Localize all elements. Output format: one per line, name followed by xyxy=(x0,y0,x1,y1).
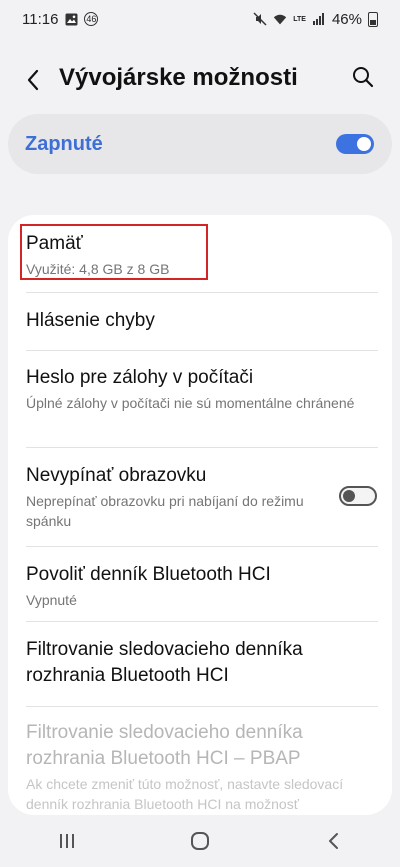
battery-percent: 46% xyxy=(331,10,362,28)
setting-memory-title: Pamäť xyxy=(26,233,83,254)
setting-bug-report[interactable]: Hlásenie chyby xyxy=(26,308,378,334)
setting-memory-subtitle: Využité: 4,8 GB z 8 GB xyxy=(26,261,170,277)
search-icon xyxy=(353,67,374,88)
master-toggle[interactable] xyxy=(336,134,374,154)
setting-bt-hci-pbap-subtitle: Ak chcete zmeniť túto možnosť, nastavte … xyxy=(26,776,344,812)
setting-stay-awake-subtitle: Neprepínať obrazovku pri nabíjaní do rež… xyxy=(26,493,304,529)
stay-awake-toggle[interactable] xyxy=(339,486,377,506)
back-button[interactable] xyxy=(20,66,46,94)
setting-backup-password-subtitle: Úplné zálohy v počítači nie sú momentáln… xyxy=(26,395,355,411)
image-notification-icon xyxy=(64,12,78,26)
status-left: 11:16 46 xyxy=(22,10,99,28)
divider xyxy=(26,706,378,707)
mute-icon xyxy=(253,12,267,26)
divider xyxy=(26,292,378,293)
recents-button[interactable] xyxy=(37,821,97,861)
divider xyxy=(26,350,378,351)
chevron-left-icon xyxy=(27,69,39,91)
back-icon xyxy=(329,833,339,849)
lte-label: LTE xyxy=(293,15,306,23)
setting-backup-password[interactable]: Heslo pre zálohy v počítači Úplné zálohy… xyxy=(26,365,378,413)
setting-bt-hci-filter-title: Filtrovanie sledovacieho denníka rozhran… xyxy=(26,639,303,686)
setting-bt-hci-log[interactable]: Povoliť denník Bluetooth HCI Vypnuté xyxy=(26,562,378,610)
setting-stay-awake[interactable]: Nevypínať obrazovku Neprepínať obrazovku… xyxy=(26,463,316,531)
setting-backup-password-title: Heslo pre zálohy v počítači xyxy=(26,367,254,388)
recents-icon xyxy=(59,834,74,848)
settings-list: Pamäť Využité: 4,8 GB z 8 GB Hlásenie ch… xyxy=(8,215,392,815)
status-bar: 11:16 46 LTE 46% xyxy=(0,0,400,38)
navigation-bar xyxy=(0,815,400,867)
setting-bt-hci-pbap-title: Filtrovanie sledovacieho denníka rozhran… xyxy=(26,722,303,769)
setting-bt-hci-log-subtitle: Vypnuté xyxy=(26,592,77,608)
setting-bt-hci-log-title: Povoliť denník Bluetooth HCI xyxy=(26,564,271,585)
nav-back-button[interactable] xyxy=(303,821,363,861)
app-bar: Vývojárske možnosti xyxy=(0,50,400,110)
status-right: LTE 46% xyxy=(253,11,378,28)
toggle-knob xyxy=(357,137,371,151)
home-icon xyxy=(190,832,209,850)
setting-memory[interactable]: Pamäť Využité: 4,8 GB z 8 GB xyxy=(26,231,378,279)
page-title: Vývojárske možnosti xyxy=(59,64,298,91)
master-switch-label: Zapnuté xyxy=(25,132,103,155)
status-time: 11:16 xyxy=(22,10,59,28)
search-button[interactable] xyxy=(352,66,378,92)
wifi-icon xyxy=(273,12,287,26)
developer-options-master-switch[interactable]: Zapnuté xyxy=(8,114,392,174)
setting-stay-awake-title: Nevypínať obrazovku xyxy=(26,465,207,486)
divider xyxy=(26,546,378,547)
notification-badge-icon: 46 xyxy=(84,12,99,26)
setting-bug-report-title: Hlásenie chyby xyxy=(26,310,155,331)
signal-icon xyxy=(312,12,326,26)
toggle-knob xyxy=(343,490,355,502)
setting-bt-hci-pbap: Filtrovanie sledovacieho denníka rozhran… xyxy=(26,720,346,815)
setting-bt-hci-filter[interactable]: Filtrovanie sledovacieho denníka rozhran… xyxy=(26,637,346,689)
home-button[interactable] xyxy=(170,821,230,861)
battery-icon xyxy=(368,11,378,27)
divider xyxy=(26,621,378,622)
divider xyxy=(26,447,378,448)
